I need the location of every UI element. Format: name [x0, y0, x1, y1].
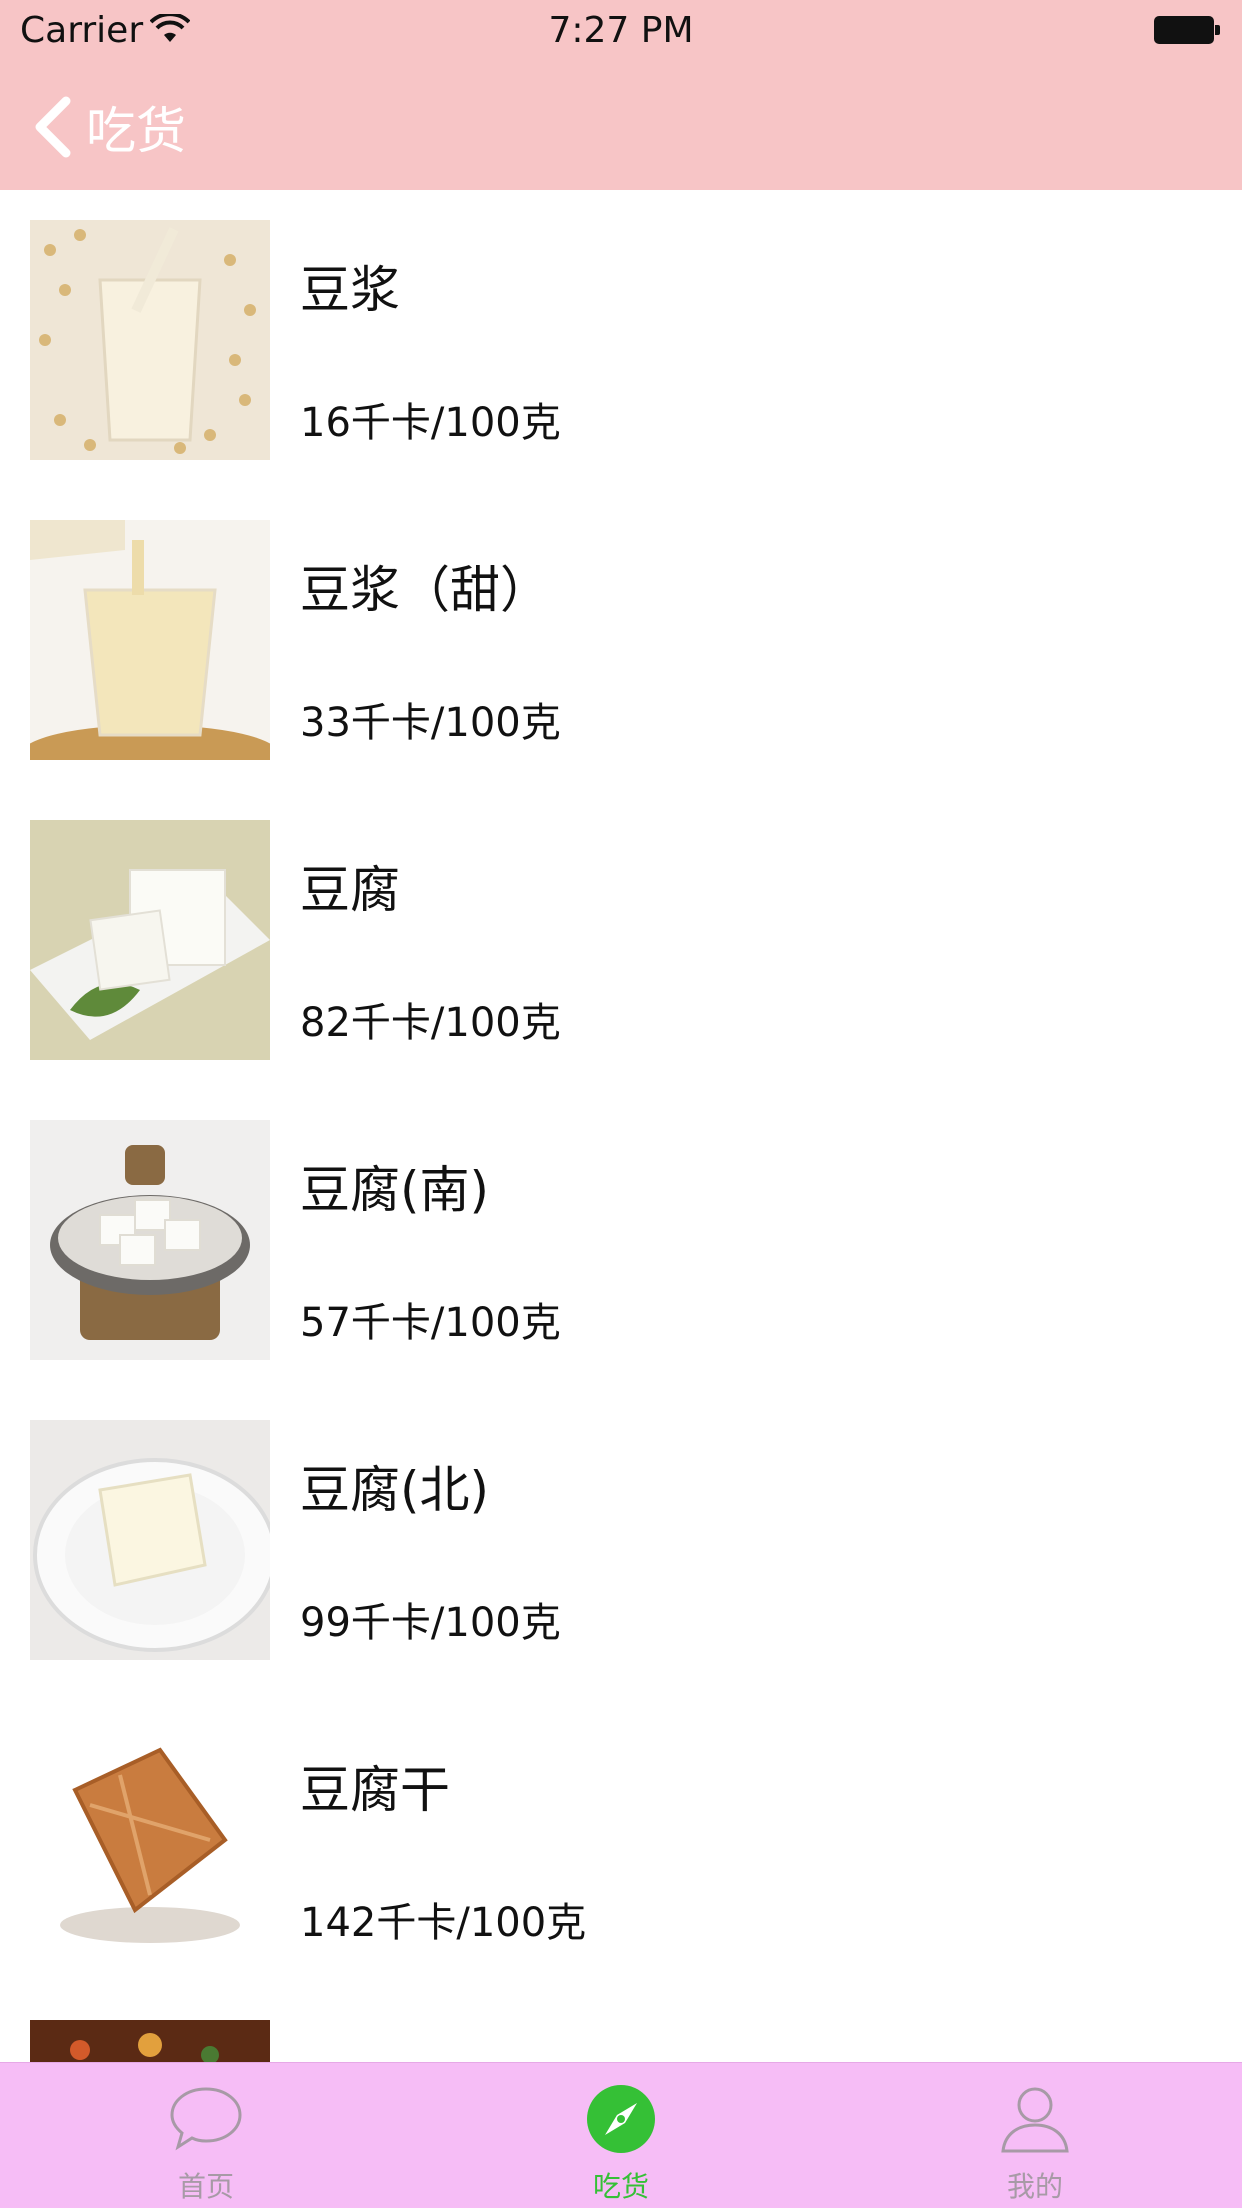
food-image — [30, 1720, 270, 1960]
food-name: 豆浆（甜） — [300, 561, 550, 619]
food-calories: 33千卡/100克 — [300, 700, 561, 746]
food-image — [30, 220, 270, 460]
chat-bubble-icon — [170, 2087, 242, 2151]
food-name: 豆腐(北) — [300, 1461, 490, 1519]
food-name: 豆腐 — [300, 861, 400, 919]
food-calories: 57千卡/100克 — [300, 1300, 561, 1346]
navigation-bar: 吃货 — [0, 62, 1242, 190]
food-name: 豆腐(南) — [300, 1161, 490, 1219]
back-button[interactable]: 吃货 — [30, 92, 186, 162]
battery-icon — [1154, 16, 1220, 44]
food-image — [30, 520, 270, 760]
tab-mine[interactable]: 我的 — [935, 2079, 1135, 2208]
status-time: 7:27 PM — [548, 10, 694, 51]
list-item[interactable] — [0, 1990, 1242, 2062]
food-calories: 99千卡/100克 — [300, 1600, 561, 1646]
food-image — [30, 1120, 270, 1360]
list-item[interactable]: 豆浆 16千卡/100克 — [0, 190, 1242, 490]
food-name: 豆腐干 — [300, 1761, 450, 1819]
food-list[interactable]: 豆浆 16千卡/100克 豆浆（甜） 33千卡/100克 豆腐 82千卡/100… — [0, 190, 1242, 2062]
chevron-left-icon — [35, 96, 71, 158]
tab-label: 吃货 — [592, 2170, 649, 2203]
food-image — [30, 2020, 270, 2062]
food-calories: 82千卡/100克 — [300, 1000, 561, 1046]
compass-icon — [587, 2085, 655, 2153]
list-item[interactable]: 豆腐(北) 99千卡/100克 — [0, 1390, 1242, 1690]
food-calories: 16千卡/100克 — [300, 400, 561, 446]
tab-label: 首页 — [177, 2170, 234, 2203]
tab-foodie[interactable]: 吃货 — [521, 2079, 721, 2208]
food-image — [30, 1420, 270, 1660]
food-name: 豆浆 — [300, 261, 400, 319]
list-item[interactable]: 豆腐(南) 57千卡/100克 — [0, 1090, 1242, 1390]
header: Carrier 7:27 PM 吃货 — [0, 0, 1242, 190]
food-calories: 142千卡/100克 — [300, 1900, 587, 1946]
tab-bar: 首页 吃货 我的 — [0, 2062, 1242, 2208]
person-icon — [1001, 2087, 1069, 2153]
tab-home[interactable]: 首页 — [106, 2079, 306, 2208]
food-image — [30, 820, 270, 1060]
back-label: 吃货 — [86, 102, 186, 160]
app-screen: Carrier 7:27 PM 吃货 豆浆 16千卡/100克 豆浆（甜） 33… — [0, 0, 1242, 2208]
status-bar: Carrier 7:27 PM — [0, 0, 1242, 62]
list-item[interactable]: 豆腐干 142千卡/100克 — [0, 1690, 1242, 1990]
list-item[interactable]: 豆浆（甜） 33千卡/100克 — [0, 490, 1242, 790]
tab-label: 我的 — [1006, 2170, 1063, 2203]
list-item[interactable]: 豆腐 82千卡/100克 — [0, 790, 1242, 1090]
